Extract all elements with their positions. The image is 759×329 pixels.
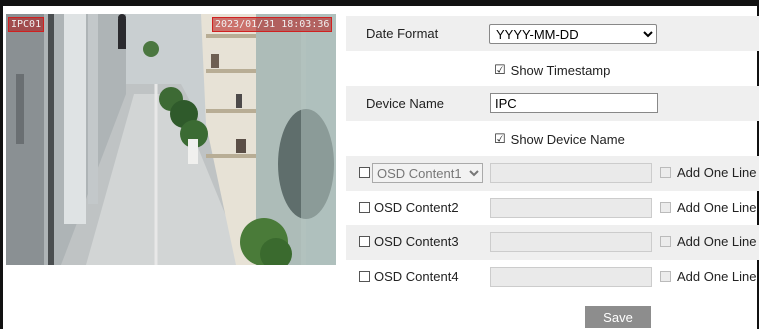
show-device-name-label: Show Device Name	[510, 131, 625, 147]
show-timestamp-row: ☑ Show Timestamp	[346, 52, 759, 87]
osd-content4-input[interactable]	[490, 267, 652, 287]
show-timestamp-label: Show Timestamp	[510, 62, 611, 78]
osd-device-overlay: IPC01	[8, 17, 45, 32]
add-one-line-checkbox-3[interactable]	[660, 236, 671, 247]
device-name-input[interactable]	[490, 93, 658, 113]
date-format-select[interactable]: YYYY-MM-DD	[489, 24, 657, 44]
osd-content2-input[interactable]	[490, 198, 652, 218]
osd-content3-input[interactable]	[490, 232, 652, 252]
add-one-line-label-3: Add One Line	[677, 234, 757, 249]
osd-content2-label: OSD Content2	[374, 200, 459, 215]
osd-timestamp-overlay: 2023/01/31 18:03:36	[212, 17, 333, 32]
camera-preview: IPC01 2023/01/31 18:03:36	[6, 14, 336, 265]
osd-content-row-3: OSD Content3 Add One Line	[346, 225, 759, 260]
osd-content-row-1: OSD Content1 Add One Line	[346, 156, 759, 191]
device-name-label: Device Name	[366, 96, 445, 111]
osd-content2-checkbox[interactable]	[359, 202, 370, 213]
show-timestamp-checkbox[interactable]: ☑ Show Timestamp	[494, 62, 610, 78]
add-one-line-label-1: Add One Line	[677, 165, 757, 180]
osd-content4-checkbox[interactable]	[359, 271, 370, 282]
checked-box-icon: ☑	[494, 131, 506, 146]
osd-content1-checkbox[interactable]	[359, 167, 370, 178]
add-one-line-label-2: Add One Line	[677, 200, 757, 215]
add-one-line-checkbox-2[interactable]	[660, 202, 671, 213]
add-one-line-label-4: Add One Line	[677, 269, 757, 284]
date-format-row: Date Format YYYY-MM-DD	[346, 16, 759, 51]
device-name-row: Device Name	[346, 86, 759, 121]
osd-content1-select[interactable]: OSD Content1	[372, 163, 483, 183]
add-one-line-checkbox-4[interactable]	[660, 271, 671, 282]
osd-content4-label: OSD Content4	[374, 269, 459, 284]
show-device-name-checkbox[interactable]: ☑ Show Device Name	[494, 131, 625, 147]
show-device-name-row: ☑ Show Device Name	[346, 121, 759, 156]
save-button[interactable]: Save	[585, 306, 651, 328]
add-one-line-checkbox-1[interactable]	[660, 167, 671, 178]
osd-content3-checkbox[interactable]	[359, 236, 370, 247]
osd-content3-label: OSD Content3	[374, 234, 459, 249]
date-format-label: Date Format	[366, 26, 439, 41]
osd-content-row-4: OSD Content4 Add One Line	[346, 260, 759, 295]
osd-content1-input[interactable]	[490, 163, 652, 183]
osd-content-row-2: OSD Content2 Add One Line	[346, 191, 759, 226]
corridor-scene-image	[6, 14, 336, 265]
checked-box-icon: ☑	[494, 62, 506, 77]
